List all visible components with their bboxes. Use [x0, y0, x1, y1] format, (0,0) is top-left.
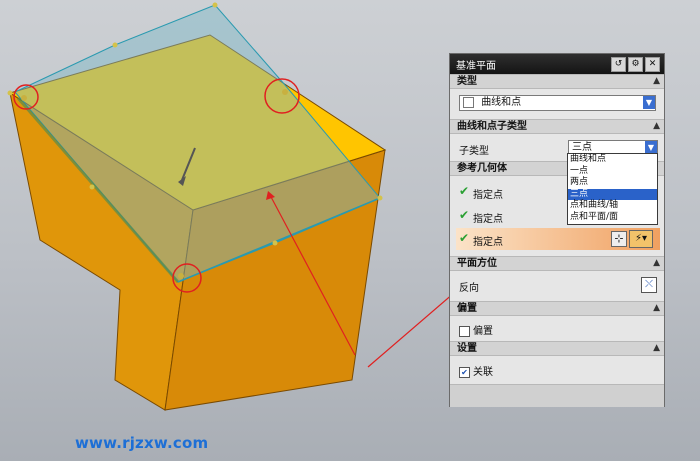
section-ref-geometry-label: 参考几何体: [457, 163, 507, 174]
check-icon: ✔: [459, 231, 470, 245]
dropdown-option[interactable]: 曲线和点: [568, 154, 657, 166]
chevron-up-icon[interactable]: ▲: [653, 75, 660, 88]
dropdown-option[interactable]: 点和曲线/轴: [568, 200, 657, 212]
chevron-up-icon[interactable]: ▲: [653, 120, 660, 133]
dialog-titlebar[interactable]: 基准平面 ↺ ⚙ ✕: [450, 54, 664, 74]
type-select-value: 曲线和点: [481, 97, 522, 108]
reverse-label: 反向: [459, 283, 479, 294]
dropdown-option[interactable]: 一点: [568, 166, 657, 178]
section-plane-orientation[interactable]: 平面方位 ▲: [450, 256, 664, 271]
chevron-down-icon[interactable]: ▼: [643, 96, 655, 109]
section-settings-label: 设置: [457, 343, 477, 354]
section-type[interactable]: 类型 ▲: [450, 74, 664, 89]
dropdown-option[interactable]: 点和平面/面: [568, 212, 657, 224]
watermark: www.rjzxw.com: [75, 434, 209, 452]
datum-plane-dialog[interactable]: 基准平面 ↺ ⚙ ✕ 类型 ▲ 曲线和点 ▼ 曲线和点子类型 ▲ 子类型 三点 …: [449, 53, 665, 407]
plane-handle[interactable]: [89, 184, 95, 190]
associative-row[interactable]: ✔ 关联: [450, 359, 664, 379]
selected-point[interactable]: [178, 273, 184, 279]
dropdown-option[interactable]: 两点: [568, 177, 657, 189]
chevron-up-icon[interactable]: ▲: [653, 257, 660, 270]
reverse-direction-button[interactable]: ⤬: [641, 277, 657, 293]
subtype-select-value: 三点: [572, 142, 592, 153]
reverse-row: 反向 ⤬: [450, 275, 664, 295]
section-plane-orientation-label: 平面方位: [457, 258, 497, 269]
section-type-label: 类型: [457, 76, 477, 87]
offset-checkbox-label: 偏置: [473, 326, 493, 337]
offset-row[interactable]: 偏置: [450, 318, 664, 338]
close-icon[interactable]: ✕: [645, 56, 660, 72]
selected-point[interactable]: [21, 95, 27, 101]
check-icon: ✔: [459, 184, 470, 198]
chevron-up-icon[interactable]: ▲: [653, 342, 660, 355]
subtype-label: 子类型: [459, 146, 489, 157]
specify-point-label: 指定点: [473, 214, 503, 225]
offset-checkbox[interactable]: [459, 325, 470, 337]
point-dialog-icon[interactable]: ⊹: [611, 231, 627, 247]
type-select[interactable]: 曲线和点 ▼: [459, 95, 656, 111]
chevron-up-icon[interactable]: ▲: [653, 302, 660, 315]
specify-point-label: 指定点: [473, 190, 503, 201]
section-offset[interactable]: 偏置 ▲: [450, 301, 664, 316]
reset-icon[interactable]: ↺: [611, 56, 626, 72]
associative-checkbox[interactable]: ✔: [459, 366, 470, 378]
point-inference-icon[interactable]: ⚡▾: [629, 230, 653, 248]
check-icon: ✔: [459, 208, 470, 222]
specify-point-label: 指定点: [473, 237, 503, 248]
specify-point-row-3-active[interactable]: ✔ 指定点 ⊹ ⚡▾: [456, 228, 660, 250]
plane-handle[interactable]: [377, 195, 383, 201]
section-offset-label: 偏置: [457, 303, 477, 314]
dialog-title: 基准平面: [456, 60, 496, 72]
section-settings[interactable]: 设置 ▲: [450, 341, 664, 356]
section-subtype-label: 曲线和点子类型: [457, 121, 527, 132]
dialog-footer: [450, 384, 664, 407]
dropdown-option[interactable]: 三点: [568, 188, 657, 201]
plane-handle[interactable]: [272, 240, 278, 246]
plane-handle[interactable]: [7, 90, 13, 96]
subtype-dropdown-list[interactable]: 曲线和点 一点 两点 三点 点和曲线/轴 点和平面/面: [567, 153, 658, 225]
curve-point-icon: [463, 96, 474, 108]
gear-icon[interactable]: ⚙: [628, 56, 643, 72]
associative-checkbox-label: 关联: [473, 367, 493, 378]
plane-handle[interactable]: [112, 42, 118, 48]
selected-point[interactable]: [282, 89, 288, 95]
section-subtype[interactable]: 曲线和点子类型 ▲: [450, 119, 664, 134]
plane-handle[interactable]: [212, 2, 218, 8]
